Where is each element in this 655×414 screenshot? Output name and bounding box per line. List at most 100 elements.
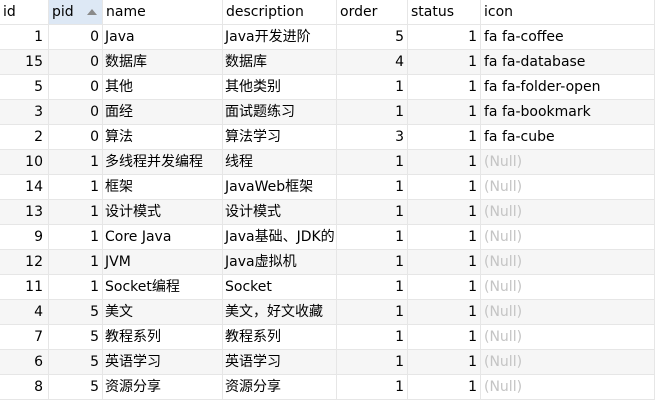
cell-description[interactable]: 设计模式 [223,200,337,225]
cell-pid[interactable]: 5 [49,325,103,350]
column-header-icon[interactable]: icon [481,0,655,25]
cell-id[interactable]: 7 [0,325,49,350]
cell-order[interactable]: 1 [337,200,408,225]
column-header-id[interactable]: id [0,0,49,25]
cell-status[interactable]: 1 [408,225,481,250]
column-header-status[interactable]: status [408,0,481,25]
cell-icon[interactable]: fa fa-coffee [481,25,655,50]
cell-name[interactable]: 资源分享 [103,375,223,400]
cell-icon[interactable]: (Null) [481,350,655,375]
cell-icon[interactable]: (Null) [481,275,655,300]
table-row[interactable]: 4 5 美文 美文，好文收藏 1 1 (Null) [0,300,655,325]
cell-description[interactable]: 面试题练习 [223,100,337,125]
cell-description[interactable]: Java基础、JDK的 [223,225,337,250]
cell-pid[interactable]: 0 [49,25,103,50]
cell-name[interactable]: 多线程并发编程 [103,150,223,175]
cell-icon[interactable]: (Null) [481,225,655,250]
cell-order[interactable]: 5 [337,25,408,50]
cell-status[interactable]: 1 [408,325,481,350]
cell-status[interactable]: 1 [408,350,481,375]
table-row[interactable]: 10 1 多线程并发编程 线程 1 1 (Null) [0,150,655,175]
cell-status[interactable]: 1 [408,250,481,275]
cell-description[interactable]: 其他类别 [223,75,337,100]
cell-icon[interactable]: fa fa-bookmark [481,100,655,125]
cell-icon[interactable]: fa fa-folder-open [481,75,655,100]
cell-status[interactable]: 1 [408,125,481,150]
cell-id[interactable]: 9 [0,225,49,250]
cell-pid[interactable]: 0 [49,75,103,100]
cell-name[interactable]: 面经 [103,100,223,125]
cell-order[interactable]: 1 [337,375,408,400]
cell-id[interactable]: 14 [0,175,49,200]
cell-pid[interactable]: 1 [49,150,103,175]
cell-description[interactable]: 算法学习 [223,125,337,150]
cell-name[interactable]: Core Java [103,225,223,250]
cell-icon[interactable]: (Null) [481,150,655,175]
cell-id[interactable]: 1 [0,25,49,50]
cell-id[interactable]: 2 [0,125,49,150]
cell-pid[interactable]: 1 [49,275,103,300]
cell-id[interactable]: 3 [0,100,49,125]
cell-name[interactable]: 设计模式 [103,200,223,225]
cell-description[interactable]: 数据库 [223,50,337,75]
cell-description[interactable]: 资源分享 [223,375,337,400]
cell-name[interactable]: 数据库 [103,50,223,75]
cell-order[interactable]: 1 [337,75,408,100]
table-row[interactable]: 12 1 JVM Java虚拟机 1 1 (Null) [0,250,655,275]
cell-pid[interactable]: 0 [49,100,103,125]
cell-description[interactable]: Socket [223,275,337,300]
table-row[interactable]: 5 0 其他 其他类别 1 1 fa fa-folder-open [0,75,655,100]
table-row[interactable]: 13 1 设计模式 设计模式 1 1 (Null) [0,200,655,225]
cell-status[interactable]: 1 [408,100,481,125]
cell-order[interactable]: 4 [337,50,408,75]
cell-name[interactable]: 框架 [103,175,223,200]
cell-pid[interactable]: 5 [49,375,103,400]
cell-description[interactable]: 美文，好文收藏 [223,300,337,325]
cell-id[interactable]: 11 [0,275,49,300]
cell-icon[interactable]: (Null) [481,250,655,275]
cell-id[interactable]: 13 [0,200,49,225]
cell-status[interactable]: 1 [408,200,481,225]
cell-name[interactable]: 算法 [103,125,223,150]
table-row[interactable]: 11 1 Socket编程 Socket 1 1 (Null) [0,275,655,300]
cell-order[interactable]: 1 [337,250,408,275]
cell-status[interactable]: 1 [408,175,481,200]
cell-id[interactable]: 8 [0,375,49,400]
table-row[interactable]: 1 0 Java Java开发进阶 5 1 fa fa-coffee [0,25,655,50]
cell-description[interactable]: 英语学习 [223,350,337,375]
cell-icon[interactable]: fa fa-database [481,50,655,75]
cell-status[interactable]: 1 [408,75,481,100]
cell-order[interactable]: 1 [337,225,408,250]
table-row[interactable]: 6 5 英语学习 英语学习 1 1 (Null) [0,350,655,375]
table-row[interactable]: 15 0 数据库 数据库 4 1 fa fa-database [0,50,655,75]
cell-pid[interactable]: 0 [49,50,103,75]
cell-id[interactable]: 6 [0,350,49,375]
table-row[interactable]: 14 1 框架 JavaWeb框架 1 1 (Null) [0,175,655,200]
table-row[interactable]: 3 0 面经 面试题练习 1 1 fa fa-bookmark [0,100,655,125]
cell-icon[interactable]: (Null) [481,175,655,200]
cell-id[interactable]: 4 [0,300,49,325]
column-header-pid[interactable]: pid [49,0,103,25]
cell-icon[interactable]: (Null) [481,375,655,400]
cell-description[interactable]: 教程系列 [223,325,337,350]
cell-name[interactable]: Java [103,25,223,50]
cell-description[interactable]: 线程 [223,150,337,175]
cell-name[interactable]: 其他 [103,75,223,100]
cell-id[interactable]: 10 [0,150,49,175]
cell-name[interactable]: JVM [103,250,223,275]
column-header-name[interactable]: name [103,0,223,25]
cell-description[interactable]: JavaWeb框架 [223,175,337,200]
cell-status[interactable]: 1 [408,375,481,400]
cell-order[interactable]: 1 [337,275,408,300]
table-row[interactable]: 2 0 算法 算法学习 3 1 fa fa-cube [0,125,655,150]
cell-icon[interactable]: (Null) [481,200,655,225]
column-header-order[interactable]: order [337,0,408,25]
cell-id[interactable]: 15 [0,50,49,75]
cell-order[interactable]: 1 [337,300,408,325]
cell-status[interactable]: 1 [408,50,481,75]
cell-pid[interactable]: 5 [49,300,103,325]
cell-name[interactable]: 英语学习 [103,350,223,375]
cell-order[interactable]: 1 [337,175,408,200]
cell-pid[interactable]: 1 [49,250,103,275]
cell-name[interactable]: 教程系列 [103,325,223,350]
